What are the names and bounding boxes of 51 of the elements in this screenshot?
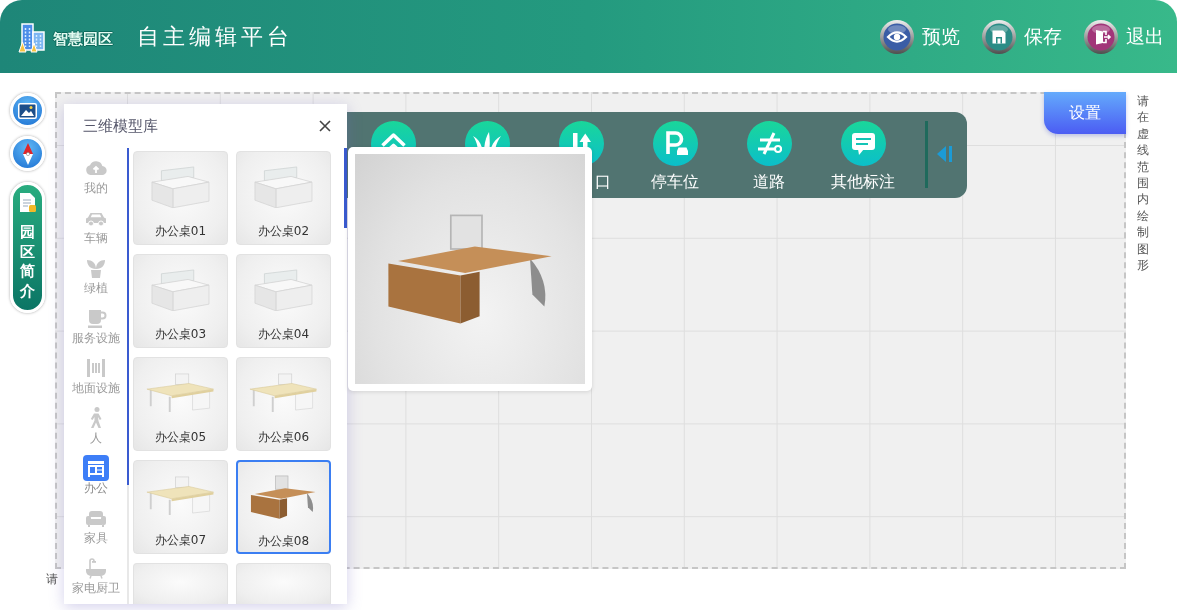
model-card[interactable]: 办公桌01 bbox=[133, 151, 228, 245]
category-tab[interactable]: 人 bbox=[82, 405, 109, 446]
document-icon bbox=[19, 193, 36, 212]
road-tool-button[interactable]: 道路 bbox=[722, 121, 816, 191]
crossed-lines-icon bbox=[746, 121, 792, 166]
annotation-tool-button[interactable]: 其他标注 bbox=[816, 121, 910, 191]
category-tab[interactable]: 绿植 bbox=[82, 255, 109, 296]
desk-drawing bbox=[146, 476, 215, 516]
floppy-disk-icon bbox=[982, 19, 1016, 54]
model-card[interactable]: 办公桌07 bbox=[133, 460, 228, 554]
category-tab[interactable]: 家具 bbox=[82, 505, 109, 546]
compass-button[interactable] bbox=[10, 136, 45, 171]
desk-icon bbox=[82, 455, 109, 481]
panel-title: 三维模型库 bbox=[83, 116, 158, 136]
category-tab[interactable]: 车辆 bbox=[82, 205, 109, 246]
close-icon[interactable] bbox=[319, 120, 331, 132]
category-tab[interactable]: 地面设施 bbox=[71, 355, 120, 396]
exit-door-icon bbox=[1084, 19, 1118, 54]
save-button[interactable]: 保存 bbox=[982, 19, 1062, 54]
settings-button[interactable]: 设置 bbox=[1044, 92, 1126, 134]
preview-button[interactable]: 预览 bbox=[880, 19, 960, 54]
parking-tool-button[interactable]: 停车位 bbox=[628, 121, 722, 191]
compass-icon bbox=[21, 142, 34, 165]
desk-drawing bbox=[146, 373, 215, 413]
category-tab[interactable]: 我的 bbox=[82, 155, 109, 196]
image-tool-button[interactable] bbox=[10, 93, 45, 128]
desk-drawing bbox=[254, 268, 313, 312]
desk-drawing bbox=[249, 373, 318, 413]
picture-icon bbox=[18, 102, 37, 119]
model-card[interactable]: 办公桌03 bbox=[133, 254, 228, 348]
scrollbar-thumb[interactable] bbox=[127, 148, 129, 485]
category-tab[interactable]: 服务设施 bbox=[71, 305, 120, 346]
scrollbar-thumb[interactable] bbox=[344, 148, 347, 228]
app-title: 自主编辑平台 bbox=[137, 22, 293, 51]
canvas-hint: 请 bbox=[46, 572, 58, 586]
speech-bubble-icon bbox=[840, 121, 886, 166]
exit-button[interactable]: 退出 bbox=[1084, 19, 1164, 54]
model-card[interactable]: 办公桌02 bbox=[236, 151, 331, 245]
model-card[interactable]: 办公桌05 bbox=[133, 357, 228, 451]
model-card[interactable]: 办公桌08 bbox=[236, 460, 331, 554]
model-card[interactable]: 办公桌06 bbox=[236, 357, 331, 451]
park-intro-button[interactable]: 园区简介 bbox=[10, 182, 45, 313]
desk-drawing bbox=[151, 165, 210, 209]
model-card[interactable]: 办公桌04 bbox=[236, 254, 331, 348]
category-tab[interactable]: 办公 bbox=[82, 455, 109, 496]
eye-icon bbox=[880, 19, 914, 54]
parking-icon bbox=[652, 121, 698, 166]
logo-text: 智慧园区 bbox=[53, 30, 113, 49]
canvas-hint: 请在虚线范围内绘制图形 bbox=[1137, 93, 1149, 274]
desk-drawing bbox=[151, 268, 210, 312]
desk-drawing bbox=[254, 165, 313, 209]
